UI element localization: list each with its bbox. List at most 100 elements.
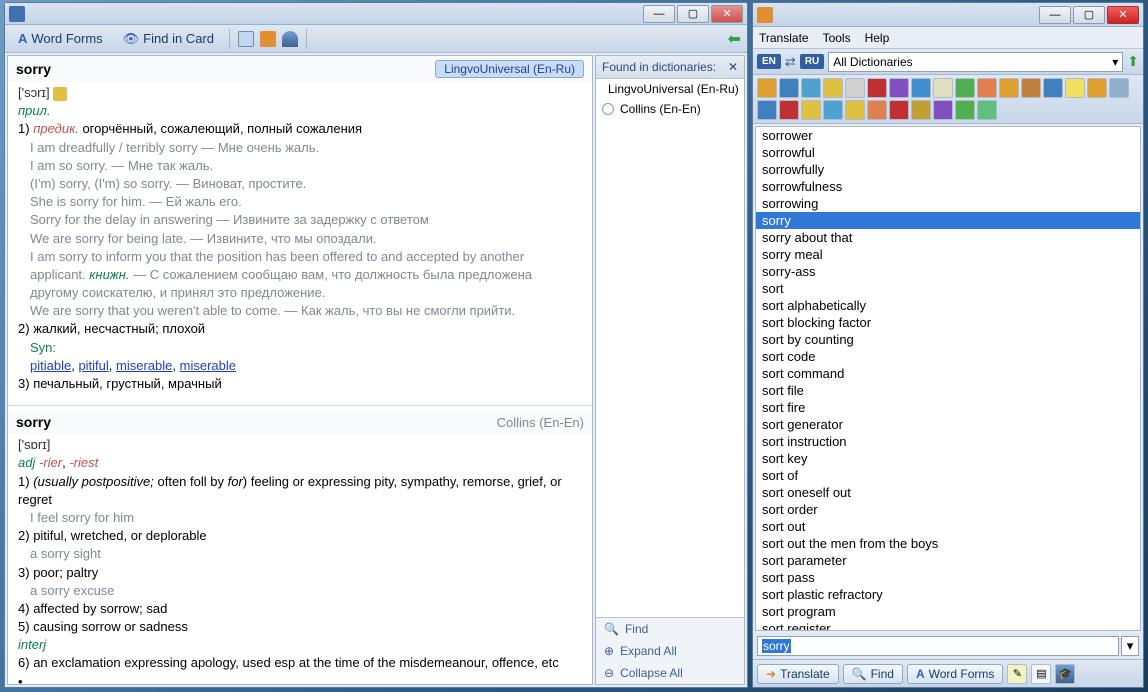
dict-shelf-icon[interactable] [823, 78, 843, 98]
wordlist-item[interactable]: sort fire [756, 399, 1140, 416]
wordlist-item[interactable]: sort generator [756, 416, 1140, 433]
dict-shelf-icon[interactable] [1043, 78, 1063, 98]
hat-icon[interactable]: 🎓 [1055, 664, 1075, 684]
src-lang-chip[interactable]: EN [757, 54, 781, 69]
wordlist-item[interactable]: sort key [756, 450, 1140, 467]
home-arrow-icon[interactable]: ⬆ [1127, 53, 1139, 70]
find-action[interactable]: 🔍 Find [596, 618, 744, 640]
wordlist-item[interactable]: sort oneself out [756, 484, 1140, 501]
menu-help[interactable]: Help [865, 31, 890, 45]
wordlist-item[interactable]: sorrowfully [756, 161, 1140, 178]
dict-shelf-icon[interactable] [1087, 78, 1107, 98]
dict-shelf-icon[interactable] [823, 100, 843, 120]
close-button[interactable]: ✕ [711, 5, 743, 23]
synonym-link[interactable]: miserable [180, 358, 236, 373]
word-forms-button[interactable]: A Word Forms [907, 664, 1003, 684]
dict-shelf-icon[interactable] [911, 100, 931, 120]
wordlist[interactable]: sorrowersorrowfulsorrowfullysorrowfulnes… [755, 126, 1141, 631]
wordlist-item[interactable]: sort alphabetically [756, 297, 1140, 314]
minimize-button[interactable]: — [643, 5, 675, 23]
dict-shelf-icon[interactable] [977, 100, 997, 120]
wordlist-item[interactable]: sort out [756, 518, 1140, 535]
cards-icon[interactable]: ▤ [1031, 664, 1051, 684]
dict-shelf-icon[interactable] [779, 78, 799, 98]
close-icon[interactable]: ✕ [728, 60, 738, 74]
menu-translate[interactable]: Translate [759, 31, 809, 45]
back-arrow-icon[interactable]: ⬅ [728, 29, 741, 49]
swap-icon[interactable]: ⇄ [785, 54, 796, 70]
wordlist-item[interactable]: sorry about that [756, 229, 1140, 246]
dict-shelf-icon[interactable] [1109, 78, 1129, 98]
wordlist-item[interactable]: sort by counting [756, 331, 1140, 348]
example: a sorry excuse [18, 582, 582, 600]
dict-shelf-icon[interactable] [955, 100, 975, 120]
dict-shelf-icon[interactable] [845, 100, 865, 120]
synonym-link[interactable]: pitiable [30, 358, 71, 373]
dict-shelf-icon[interactable] [801, 100, 821, 120]
wordlist-item[interactable]: sorrowfulness [756, 178, 1140, 195]
dict-shelf-icon[interactable] [867, 78, 887, 98]
sound-icon[interactable] [53, 87, 67, 101]
wordlist-item[interactable]: sort of [756, 467, 1140, 484]
wordlist-item[interactable]: sort order [756, 501, 1140, 518]
dict-shelf-icon[interactable] [933, 78, 953, 98]
synonym-link[interactable]: pitiful [78, 358, 108, 373]
dict-shelf-icon[interactable] [757, 100, 777, 120]
dict-shelf-icon[interactable] [889, 78, 909, 98]
dict-shelf-icon[interactable] [889, 100, 909, 120]
wordlist-item[interactable]: sort pass [756, 569, 1140, 586]
wordlist-item[interactable]: sort [756, 280, 1140, 297]
word-forms-button[interactable]: A Word Forms [11, 28, 110, 49]
entry1-dict-badge[interactable]: LingvoUniversal (En-Ru) [435, 60, 584, 78]
find-in-card-button[interactable]: 👁 Find in Card [116, 28, 221, 50]
dict-shelf-icon[interactable] [955, 78, 975, 98]
chevron-down-icon[interactable]: ▾ [1121, 636, 1139, 656]
dict-shelf-icon[interactable] [1065, 78, 1085, 98]
maximize-button[interactable]: ▢ [1073, 6, 1105, 24]
expand-all-action[interactable]: ⊕ Expand All [596, 640, 744, 662]
dict-shelf-icon[interactable] [867, 100, 887, 120]
highlighter-icon[interactable]: ✎ [1007, 664, 1027, 684]
dict-shelf-icon[interactable] [1021, 78, 1041, 98]
minimize-button[interactable]: — [1039, 6, 1071, 24]
wordlist-item[interactable]: sort out the men from the boys [756, 535, 1140, 552]
wordlist-item[interactable]: sort code [756, 348, 1140, 365]
synonym-link[interactable]: miserable [116, 358, 172, 373]
wordlist-item[interactable]: sorrowful [756, 144, 1140, 161]
search-input[interactable]: sorry [757, 636, 1119, 656]
dict-shelf-icon[interactable] [779, 100, 799, 120]
close-button[interactable]: ✕ [1107, 6, 1139, 24]
wordlist-item[interactable]: sorry [756, 212, 1140, 229]
dictionary-combo[interactable]: All Dictionaries ▾ [828, 52, 1123, 72]
wordlist-item[interactable]: sort blocking factor [756, 314, 1140, 331]
folder-icon[interactable] [260, 31, 276, 47]
found-dict-item[interactable]: LingvoUniversal (En-Ru) [596, 79, 744, 99]
dict-shelf-icon[interactable] [977, 78, 997, 98]
wordlist-item[interactable]: sort plastic refractory [756, 586, 1140, 603]
dst-lang-chip[interactable]: RU [800, 54, 824, 69]
translate-button[interactable]: ➜ Translate [757, 664, 839, 684]
found-dict-item[interactable]: Collins (En-En) [596, 99, 744, 119]
hat-icon[interactable] [282, 31, 298, 47]
dict-shelf-icon[interactable] [801, 78, 821, 98]
wordlist-item[interactable]: sort instruction [756, 433, 1140, 450]
menu-tools[interactable]: Tools [823, 31, 851, 45]
wordlist-item[interactable]: sort program [756, 603, 1140, 620]
collapse-all-action[interactable]: ⊖ Collapse All [596, 662, 744, 684]
find-button[interactable]: 🔍 Find [843, 664, 903, 684]
wordlist-item[interactable]: sorry-ass [756, 263, 1140, 280]
wordlist-item[interactable]: sort register [756, 620, 1140, 631]
wordlist-item[interactable]: sorry meal [756, 246, 1140, 263]
wordlist-item[interactable]: sorrower [756, 127, 1140, 144]
picture-icon[interactable] [238, 31, 254, 47]
wordlist-item[interactable]: sort parameter [756, 552, 1140, 569]
dict-shelf-icon[interactable] [933, 100, 953, 120]
maximize-button[interactable]: ▢ [677, 5, 709, 23]
dict-shelf-icon[interactable] [757, 78, 777, 98]
wordlist-item[interactable]: sort command [756, 365, 1140, 382]
wordlist-item[interactable]: sort file [756, 382, 1140, 399]
dict-shelf-icon[interactable] [999, 78, 1019, 98]
dict-shelf-icon[interactable] [911, 78, 931, 98]
dict-shelf-icon[interactable] [845, 78, 865, 98]
wordlist-item[interactable]: sorrowing [756, 195, 1140, 212]
